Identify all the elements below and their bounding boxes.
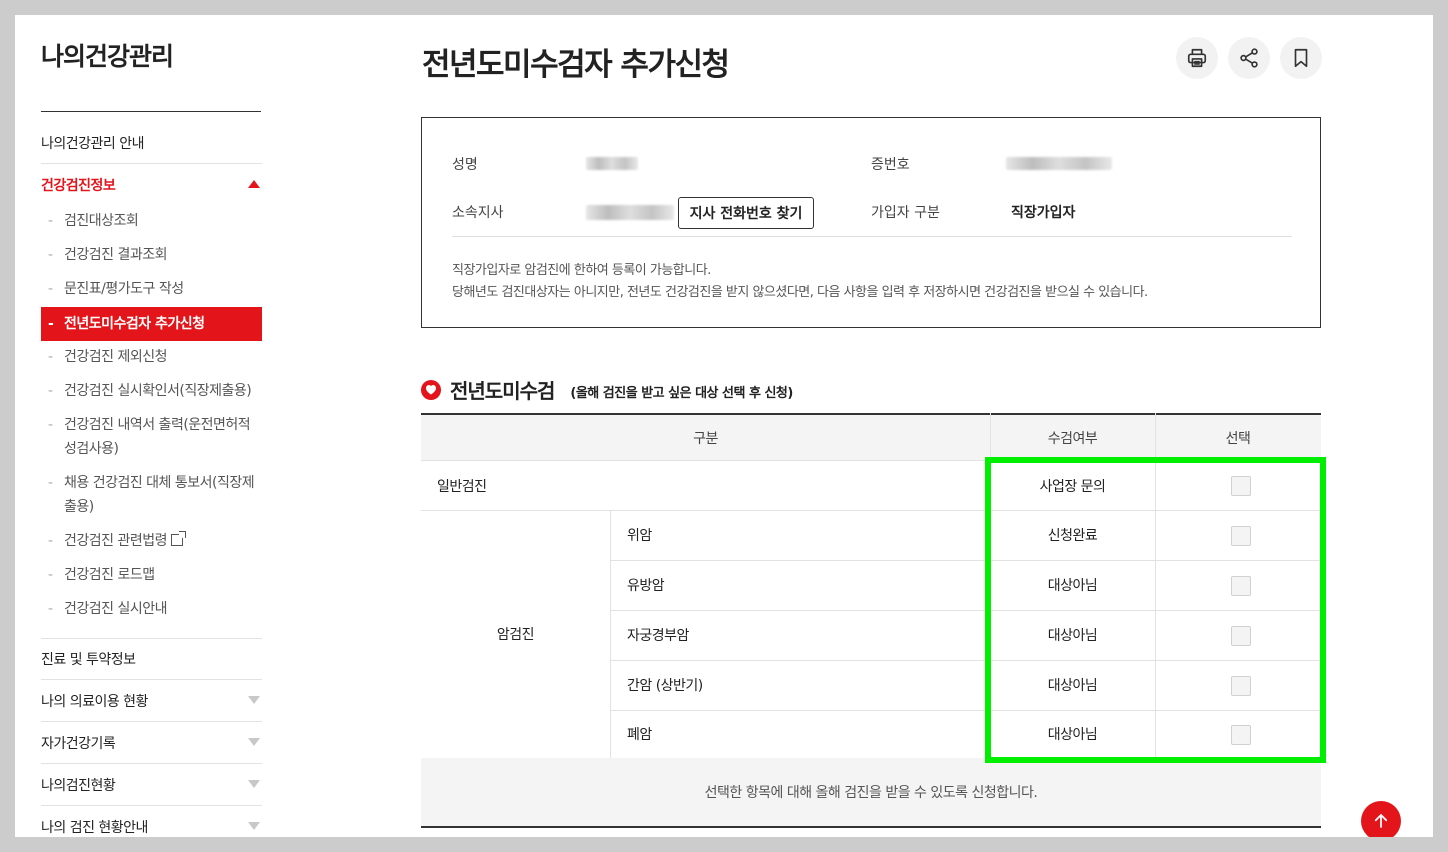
branch-label: 소속지사 [452,205,504,221]
caret-down-icon [248,780,260,788]
heart-icon [421,379,441,400]
header-select: 선택 [1225,431,1251,447]
sidebar-item-label: 나의 검진 현황안내 [41,819,148,836]
sidebar-item-checkup-status-guide[interactable]: 나의 검진 현황안내 [41,806,262,837]
bookmark-icon [1294,48,1308,68]
find-branch-phone-button[interactable]: 지사 전화번호 찾기 [678,197,814,229]
sidebar-sub-target-lookup[interactable]: 검진대상조회 [41,209,262,233]
sidebar-title: 나의건강관리 [41,42,174,71]
sidebar-item-label: 나의 의료이용 현황 [41,693,148,710]
external-link-icon [171,531,186,546]
sidebar-item-checkup-status[interactable]: 나의검진현황 [41,764,262,806]
sidebar-sub-confirmation[interactable]: 건강검진 실시확인서(직장제출용) [41,379,262,403]
table-footer-note: 선택한 항목에 대해 올해 검진을 받을 수 있도록 신청합니다. [421,758,1321,828]
member-type-label: 가입자 구분 [871,205,940,221]
bookmark-button[interactable] [1280,37,1322,79]
sidebar: 나의건강관리 나의건강관리 안내 건강검진정보 검진대상조회 건강검진 결과조회… [41,15,262,837]
caret-down-icon [248,822,260,830]
section-title: 전년도미수검 [450,379,555,403]
name-label: 성명 [452,157,478,173]
table-header: 구분 수검여부 선택 [421,413,1321,461]
sidebar-item-guide[interactable]: 나의건강관리 안내 [41,122,262,164]
page-title: 전년도미수검자 추가신청 [422,47,730,83]
section-heading: 전년도미수검 (올해 검진을 받고 싶은 대상 선택 후 신청) [421,375,793,404]
id-number-value-masked [1006,157,1112,170]
info-note-1: 직장가입자로 암검진에 한하여 등록이 가능합니다. [452,263,711,278]
share-icon [1240,48,1258,68]
caret-down-icon [248,738,260,746]
caret-down-icon [248,696,260,704]
cancer-group-label: 암검진 [496,627,535,643]
arrow-up-icon [1374,814,1388,828]
sidebar-sub-guide[interactable]: 건강검진 실시안내 [41,597,262,621]
general-checkup-label: 일반검진 [437,478,487,495]
name-value-masked [586,157,638,170]
sidebar-item-treatment[interactable]: 진료 및 투약정보 [41,638,262,680]
sidebar-sub-prior-year-apply[interactable]: 전년도미수검자 추가신청 [41,307,262,341]
printer-icon [1187,48,1207,68]
sidebar-sub-employment-notice[interactable]: 채용 건강검진 대체 통보서(직장제출용) [41,471,262,519]
sidebar-item-label: 건강검진정보 [41,178,116,194]
sidebar-item-self-record[interactable]: 자가건강기록 [41,722,262,764]
cancer-row-label: 자궁경부암 [627,628,689,644]
sidebar-sub-roadmap[interactable]: 건강검진 로드맵 [41,563,262,587]
sidebar-sub-result-lookup[interactable]: 건강검진 결과조회 [41,243,262,267]
sidebar-sub-exclusion[interactable]: 건강검진 제외신청 [41,345,262,369]
cancer-row-label: 폐암 [627,727,652,743]
sidebar-item-medical-usage[interactable]: 나의 의료이용 현황 [41,680,262,722]
member-type-value: 직장가입자 [1011,205,1076,221]
sidebar-sub-laws[interactable]: 건강검진 관련법령 [41,529,262,553]
branch-value-masked [586,205,674,220]
caret-up-icon [248,180,260,188]
cancer-row-label: 위암 [627,528,652,544]
sidebar-divider [41,111,261,112]
scroll-top-button[interactable] [1361,801,1401,837]
info-note-2: 당해년도 검진대상자는 아니지만, 전년도 건강검진을 받지 않으셨다면, 다음… [452,285,1148,300]
print-button[interactable] [1176,37,1218,79]
sidebar-sub-questionnaire[interactable]: 문진표/평가도구 작성 [41,277,262,301]
header-category: 구분 [693,431,718,447]
id-number-label: 증번호 [871,157,910,173]
cancer-row-label: 유방암 [627,578,665,594]
column-divider [610,510,611,758]
cancer-row-label: 간암 (상반기) [627,678,703,694]
section-subtitle: (올해 검진을 받고 싶은 대상 선택 후 신청) [570,386,793,401]
highlight-box [985,457,1326,763]
header-status: 수검여부 [1047,431,1098,447]
sidebar-item-label: 진료 및 투약정보 [41,652,136,668]
sidebar-item-checkup-info[interactable]: 건강검진정보 [41,164,262,206]
share-button[interactable] [1228,37,1270,79]
sidebar-sub-label: 건강검진 관련법령 [64,533,168,549]
page-frame: 나의건강관리 나의건강관리 안내 건강검진정보 검진대상조회 건강검진 결과조회… [15,15,1433,837]
sidebar-sub-statement-print[interactable]: 건강검진 내역서 출력(운전면허적성검사용) [41,413,262,461]
sidebar-item-label: 나의검진현황 [41,777,116,794]
member-info-box: 성명 증번호 소속지사 지사 전화번호 찾기 가입자 구분 직장가입자 직장가입… [421,117,1321,328]
info-divider [452,236,1292,237]
sidebar-item-label: 자가건강기록 [41,735,116,752]
sidebar-item-label: 나의건강관리 안내 [41,135,145,152]
